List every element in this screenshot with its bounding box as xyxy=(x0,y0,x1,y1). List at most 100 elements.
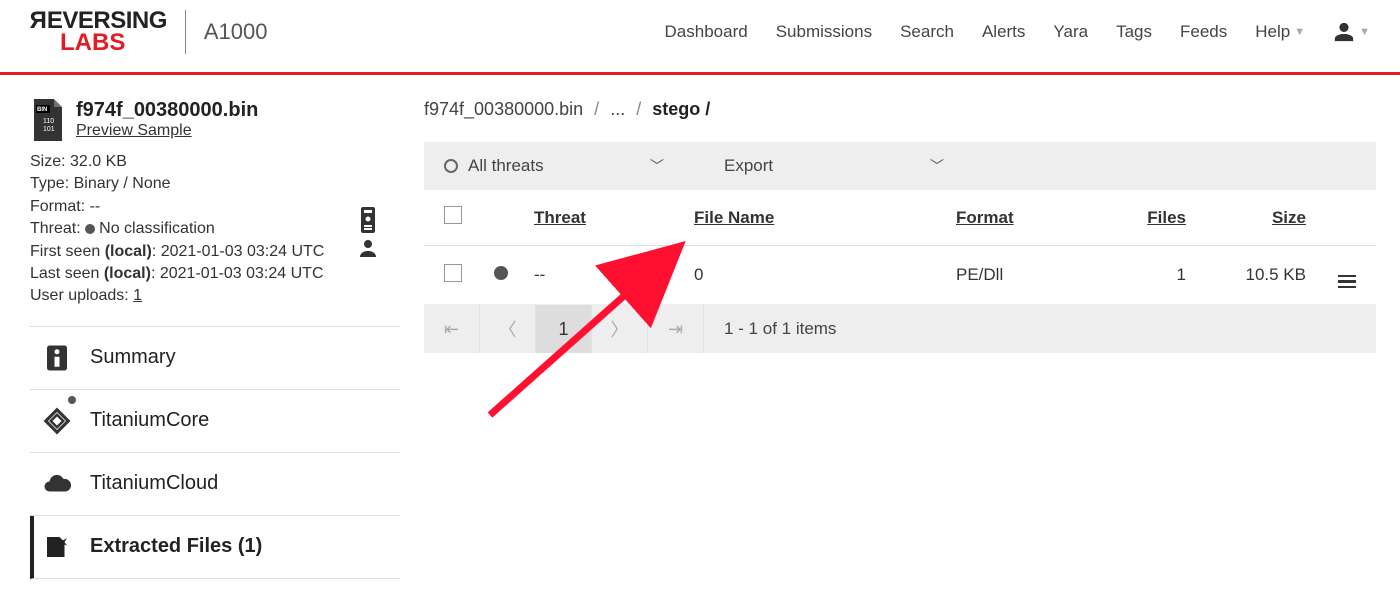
pager-prev[interactable]: 〈 xyxy=(480,305,536,353)
table-row[interactable]: -- 0 PE/Dll 1 10.5 KB xyxy=(424,246,1376,305)
circle-icon xyxy=(444,159,458,173)
row-checkbox[interactable] xyxy=(444,264,462,282)
notification-dot-icon xyxy=(68,396,76,404)
chevron-down-icon: ▼ xyxy=(1294,26,1305,38)
sidenav-extracted-files[interactable]: Extracted Files (1) xyxy=(30,516,400,579)
chevron-down-icon: ﹀ xyxy=(930,156,944,176)
nav-alerts[interactable]: Alerts xyxy=(982,22,1025,42)
meta-lastseen-label: Last seen xyxy=(30,265,104,282)
pager-last[interactable]: ⇥ xyxy=(648,305,704,353)
user-icon xyxy=(1333,21,1355,43)
breadcrumb-sep: / xyxy=(594,99,599,119)
meta-lastseen-scope: (local) xyxy=(104,265,151,282)
meta-side-icons xyxy=(358,207,378,257)
svg-text:BIN: BIN xyxy=(37,107,47,113)
upload-user-icon xyxy=(358,239,378,257)
nav-dashboard[interactable]: Dashboard xyxy=(665,22,748,42)
main: BIN110101 f974f_00380000.bin Preview Sam… xyxy=(0,75,1400,579)
breadcrumb-root[interactable]: f974f_00380000.bin xyxy=(424,99,583,119)
header-threat[interactable]: Threat xyxy=(534,208,586,227)
sidenav-titaniumcore[interactable]: TitaniumCore xyxy=(30,390,400,453)
meta-type: Binary / None xyxy=(74,175,171,192)
svg-text:101: 101 xyxy=(43,126,55,133)
product-name: A1000 xyxy=(204,19,268,45)
filter-all-threats-label: All threats xyxy=(468,156,544,176)
diamond-icon xyxy=(42,406,72,436)
filter-bar: All threats ﹀ Export ﹀ xyxy=(424,142,1376,190)
meta-lastseen: : 2021-01-03 03:24 UTC xyxy=(151,265,324,282)
nav-submissions[interactable]: Submissions xyxy=(776,22,872,42)
meta-size-label: Size: xyxy=(30,153,66,170)
pager-first[interactable]: ⇤ xyxy=(424,305,480,353)
chevron-down-icon: ▼ xyxy=(1359,26,1370,38)
file-header: BIN 110101 f974f_00380000.bin Preview Sam… xyxy=(30,99,400,145)
meta-firstseen-label: First seen xyxy=(30,243,105,260)
nav-search[interactable]: Search xyxy=(900,22,954,42)
logo-block: REVERSING LABS A1000 xyxy=(30,10,268,54)
pager-page[interactable]: 1 xyxy=(536,305,592,353)
header-filename[interactable]: File Name xyxy=(694,208,774,227)
sidebar: BIN 110101 f974f_00380000.bin Preview Sam… xyxy=(0,75,400,579)
filter-export[interactable]: Export ﹀ xyxy=(724,156,944,176)
meta-format-label: Format: xyxy=(30,198,85,215)
files-table: Threat File Name Format Files Size -- 0 … xyxy=(424,190,1376,353)
extract-icon xyxy=(42,532,72,562)
header-files[interactable]: Files xyxy=(1147,208,1186,227)
server-icon xyxy=(358,207,378,237)
cell-files: 1 xyxy=(1106,265,1186,285)
threat-dot-icon xyxy=(494,266,508,280)
meta-size: 32.0 KB xyxy=(70,153,127,170)
cloud-icon xyxy=(42,469,72,499)
side-nav: Summary TitaniumCore TitaniumCloud Extra… xyxy=(30,326,400,579)
logo-divider xyxy=(185,10,186,54)
meta-type-label: Type: xyxy=(30,175,69,192)
nav-help-label: Help xyxy=(1255,22,1290,42)
chevron-down-icon: ﹀ xyxy=(650,156,664,176)
meta-threat: No classification xyxy=(99,220,215,237)
sidenav-summary[interactable]: Summary xyxy=(30,327,400,390)
preview-sample-link[interactable]: Preview Sample xyxy=(76,122,192,139)
select-all-checkbox[interactable] xyxy=(444,206,462,224)
bin-file-icon: BIN 110101 xyxy=(30,99,66,145)
sidenav-cloud-label: TitaniumCloud xyxy=(90,472,218,495)
cell-threat: -- xyxy=(534,265,694,285)
sidenav-extracted-label: Extracted Files (1) xyxy=(90,535,262,558)
filter-all-threats[interactable]: All threats ﹀ xyxy=(444,156,664,176)
file-name: f974f_00380000.bin xyxy=(76,99,258,122)
sidenav-core-label: TitaniumCore xyxy=(90,409,209,432)
cell-size: 10.5 KB xyxy=(1186,265,1306,285)
sidenav-titaniumcloud[interactable]: TitaniumCloud xyxy=(30,453,400,516)
info-icon xyxy=(42,343,72,373)
user-menu[interactable]: ▼ xyxy=(1333,21,1370,43)
nav-feeds[interactable]: Feeds xyxy=(1180,22,1227,42)
content: f974f_00380000.bin / ... / stego / All t… xyxy=(400,75,1400,579)
meta-uploads-label: User uploads: xyxy=(30,287,133,304)
pager: ⇤ 〈 1 〉 ⇥ 1 - 1 of 1 items xyxy=(424,305,1376,353)
row-actions-menu[interactable] xyxy=(1338,275,1356,289)
breadcrumb-leaf: stego / xyxy=(652,99,710,119)
table-header: Threat File Name Format Files Size xyxy=(424,190,1376,246)
svg-text:110: 110 xyxy=(43,118,54,125)
breadcrumb-mid[interactable]: ... xyxy=(610,99,625,119)
meta-threat-label: Threat: xyxy=(30,220,81,237)
top-nav: Dashboard Submissions Search Alerts Yara… xyxy=(665,21,1370,43)
meta-format: -- xyxy=(90,198,101,215)
meta-firstseen: : 2021-01-03 03:24 UTC xyxy=(152,243,325,260)
threat-dot-icon xyxy=(85,224,95,234)
nav-tags[interactable]: Tags xyxy=(1116,22,1152,42)
nav-yara[interactable]: Yara xyxy=(1053,22,1088,42)
brand-logo: REVERSING LABS xyxy=(30,10,167,53)
file-meta: Size: 32.0 KB Type: Binary / None Format… xyxy=(30,151,400,308)
header-size[interactable]: Size xyxy=(1272,208,1306,227)
meta-uploads[interactable]: 1 xyxy=(133,287,142,304)
app-header: REVERSING LABS A1000 Dashboard Submissio… xyxy=(0,0,1400,75)
cell-filename: 0 xyxy=(694,265,956,285)
header-format[interactable]: Format xyxy=(956,208,1014,227)
sidenav-summary-label: Summary xyxy=(90,346,176,369)
nav-help[interactable]: Help ▼ xyxy=(1255,22,1305,42)
meta-firstseen-scope: (local) xyxy=(105,243,152,260)
breadcrumb: f974f_00380000.bin / ... / stego / xyxy=(424,99,1376,120)
filter-export-label: Export xyxy=(724,156,773,176)
pager-next[interactable]: 〉 xyxy=(592,305,648,353)
breadcrumb-sep: / xyxy=(636,99,641,119)
